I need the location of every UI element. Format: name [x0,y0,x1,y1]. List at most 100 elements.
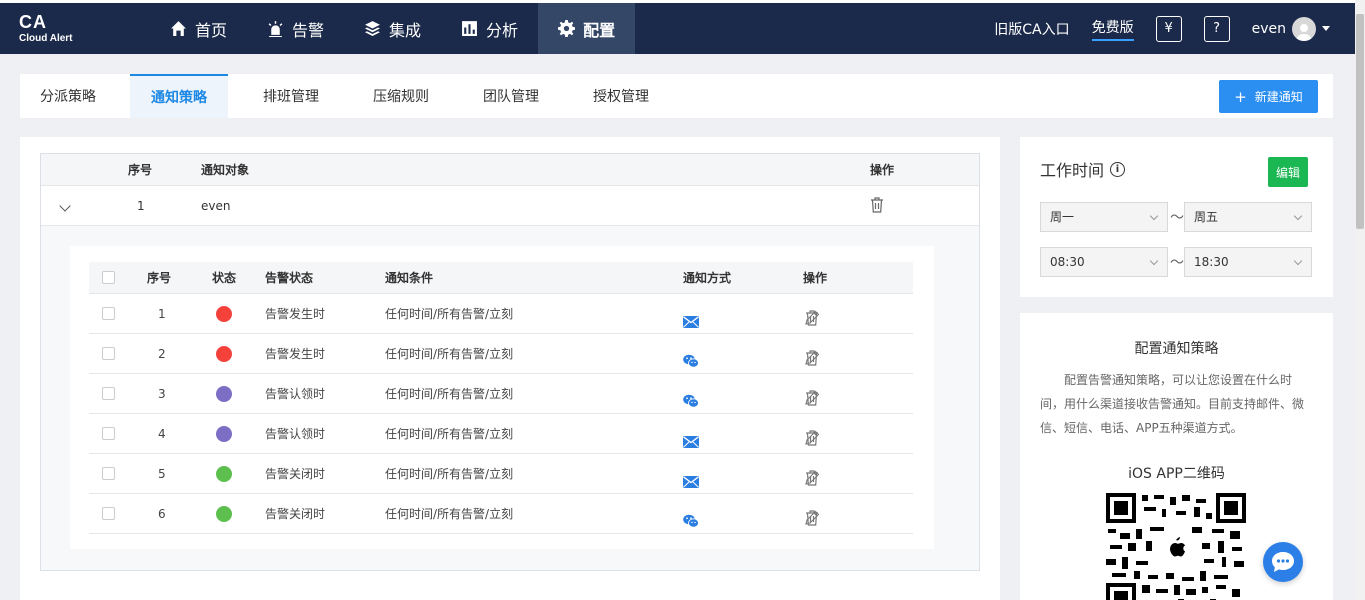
range-separator: ～ [1170,255,1184,271]
day-from-value: 周一 [1050,210,1075,224]
table-row[interactable]: 1 even [41,186,979,226]
main-nav: 首页 告警 集成 分析 配置 [150,3,636,54]
help-icon[interactable]: ? [1203,15,1230,42]
scrollbar-thumb[interactable] [1356,14,1364,229]
edit-button[interactable]: 编辑 [1268,157,1308,187]
yen-glyph: ¥ [1164,21,1173,36]
day-from-select[interactable]: 周一 [1040,202,1168,232]
trash-icon[interactable] [870,197,884,213]
free-plan-link[interactable]: 免费版 [1091,17,1134,41]
notify-table: 序号 通知对象 操作 1 even 序号 状态 告警状态 通知条件 通知方式 操… [40,153,980,571]
table-row[interactable]: 5 告警关闭时 任何时间/所有告警/立刻 [89,454,913,494]
status-dot [216,306,232,322]
tab-dispatch-policy[interactable]: 分派策略 [40,74,96,118]
nav-right: 旧版CA入口 免费版 ¥ ? even [994,3,1330,54]
qr-code-image [1106,493,1246,600]
status-dot [216,426,232,442]
logo[interactable]: CA Cloud Alert [19,13,73,44]
layers-icon [365,21,380,36]
new-notification-button[interactable]: + 新建通知 [1219,80,1318,113]
status-dot [216,466,232,482]
nav-item-integration[interactable]: 集成 [344,3,441,54]
logo-title: CA [19,12,47,32]
tab-team[interactable]: 团队管理 [483,74,539,118]
table-row[interactable]: 3 告警认领时 任何时间/所有告警/立刻 [89,374,913,414]
row-checkbox[interactable] [102,307,115,320]
row-checkbox[interactable] [102,467,115,480]
help-title: 配置通知策略 [1134,341,1219,357]
policy-detail-card: 序号 状态 告警状态 通知条件 通知方式 操作 1 告警发生时 任何时间/所有告警/… [70,246,934,549]
day-to-value: 周五 [1194,210,1219,224]
tab-authorization[interactable]: 授权管理 [593,74,649,118]
table-row[interactable]: 1 告警发生时 任何时间/所有告警/立刻 [89,294,913,334]
help-text: 配置告警通知策略，可以让您设置在什么时间，用什么渠道接收告警通知。目前支持邮件、… [1040,373,1305,435]
chat-support-button[interactable] [1263,542,1303,582]
header-status: 状态 [212,271,237,285]
row-target: even [201,199,231,213]
new-notification-label: 新建通知 [1254,90,1303,104]
table-row[interactable]: 4 告警认领时 任何时间/所有告警/立刻 [89,414,913,454]
nav-item-config[interactable]: 配置 [538,3,636,54]
notify-condition: 任何时间/所有告警/立刻 [385,467,514,481]
table-row[interactable]: 6 告警关闭时 任何时间/所有告警/立刻 [89,494,913,534]
row-index: 6 [158,507,166,521]
user-menu[interactable]: even [1252,16,1330,41]
row-checkbox[interactable] [102,387,115,400]
select-all-checkbox[interactable] [102,271,115,284]
table-header: 序号 通知对象 操作 [41,154,979,186]
detail-table-header: 序号 状态 告警状态 通知条件 通知方式 操作 [89,262,913,294]
header-method: 通知方式 [683,271,732,285]
worktime-title: 工作时间 i [1040,157,1126,181]
notify-condition: 任何时间/所有告警/立刻 [385,387,514,401]
nav-item-label: 配置 [583,20,616,40]
tab-notify-policy[interactable]: 通知策略 [130,74,228,118]
alert-status: 告警关闭时 [265,467,326,481]
row-index: 3 [158,387,166,401]
trash-icon[interactable] [804,506,820,538]
nav-item-label: 集成 [389,20,422,40]
chat-bubble-icon [1272,552,1294,572]
header-ops: 操作 [870,163,895,177]
row-checkbox[interactable] [102,507,115,520]
table-row[interactable]: 2 告警发生时 任何时间/所有告警/立刻 [89,334,913,374]
header-ops: 操作 [803,271,828,285]
time-to-select[interactable]: 18:30 [1184,247,1312,277]
billing-icon[interactable]: ¥ [1155,15,1182,42]
chevron-down-icon [1149,256,1159,266]
row-checkbox[interactable] [102,347,115,360]
status-dot [216,506,232,522]
config-tabs: 分派策略 通知策略 排班管理 压缩规则 团队管理 授权管理 + 新建通知 [20,74,1333,118]
main-panel: 序号 通知对象 操作 1 even 序号 状态 告警状态 通知条件 通知方式 操… [20,137,1000,600]
range-separator: ～ [1170,210,1184,226]
row-index: 2 [158,347,166,361]
wechat-icon [683,508,699,540]
nav-item-alarm[interactable]: 告警 [247,3,344,54]
alert-status: 告警发生时 [265,307,326,321]
header-target: 通知对象 [201,163,250,177]
info-icon[interactable]: i [1110,161,1126,177]
row-checkbox[interactable] [102,427,115,440]
status-dot [216,346,232,362]
old-version-link[interactable]: 旧版CA入口 [994,19,1069,39]
chevron-down-icon [1293,256,1303,266]
row-index: 4 [158,427,166,441]
row-index: 5 [158,467,166,481]
notify-condition: 任何时间/所有告警/立刻 [385,307,514,321]
time-from-select[interactable]: 08:30 [1040,247,1168,277]
chevron-down-icon[interactable] [59,200,71,212]
nav-item-analysis[interactable]: 分析 [441,3,538,54]
qr-title: iOS APP二维码 [1128,466,1225,482]
chevron-down-icon [1149,211,1159,221]
nav-item-home[interactable]: 首页 [150,3,247,54]
day-to-select[interactable]: 周五 [1184,202,1312,232]
tab-schedule[interactable]: 排班管理 [263,74,319,118]
header-index: 序号 [147,271,172,285]
nav-item-label: 分析 [486,20,519,40]
notify-condition: 任何时间/所有告警/立刻 [385,347,514,361]
worktime-card: 工作时间 i 编辑 周一 ～ 周五 08:30 ～ 18:30 [1020,137,1333,297]
notify-condition: 任何时间/所有告警/立刻 [385,427,514,441]
status-dot [216,386,232,402]
row-index: 1 [158,307,166,321]
page-scrollbar[interactable] [1355,0,1365,600]
tab-compress-rules[interactable]: 压缩规则 [373,74,429,118]
